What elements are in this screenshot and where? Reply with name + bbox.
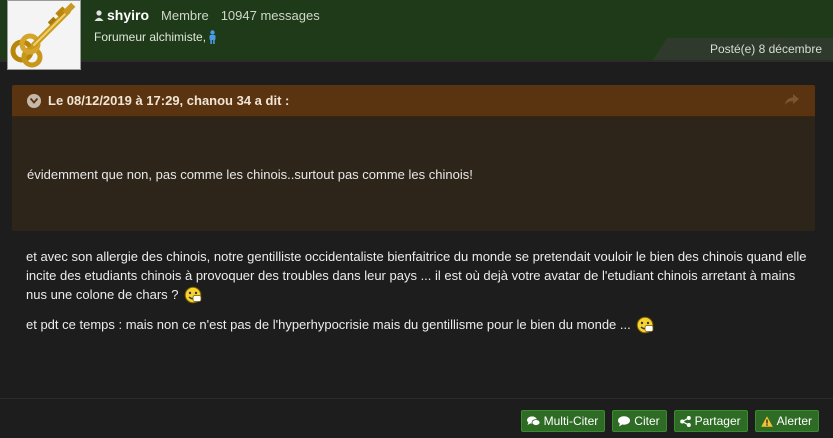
author-username[interactable]: shyiro <box>107 7 149 23</box>
avatar[interactable] <box>7 0 81 70</box>
post-paragraph: et pdt ce temps : mais non ce n'est pas … <box>26 315 816 334</box>
multi-quote-button[interactable]: Multi-Citer <box>520 410 606 432</box>
quote-text: évidemment que non, pas comme les chinoi… <box>27 167 473 182</box>
post-paragraph-text: et avec son allergie des chinois, notre … <box>26 249 807 302</box>
author-message-count: 10947 messages <box>220 8 320 23</box>
author-rank-line: Forumeur alchimiste, <box>94 30 217 44</box>
quote-block: Le 08/12/2019 à 17:29, chanou 34 a dit :… <box>12 85 815 231</box>
post-content: et avec son allergie des chinois, notre … <box>26 247 816 334</box>
post-paragraph: et avec son allergie des chinois, notre … <box>26 247 816 304</box>
golden-key-avatar-image <box>8 1 80 69</box>
report-label: Alerter <box>776 414 812 428</box>
header-divider <box>0 60 833 62</box>
chevron-down-circle-icon[interactable] <box>27 94 41 108</box>
smiley-icon <box>184 286 202 304</box>
author-role: Membre <box>161 8 209 23</box>
share-button[interactable]: Partager <box>673 410 748 432</box>
share-arrow-icon[interactable] <box>785 94 799 106</box>
share-label: Partager <box>694 414 741 428</box>
quote-button[interactable]: Citer <box>612 410 667 432</box>
quote-citation[interactable]: Le 08/12/2019 à 17:29, chanou 34 a dit : <box>48 93 289 108</box>
post-date[interactable]: Posté(e) 8 décembre <box>710 42 822 56</box>
warning-icon <box>760 415 773 427</box>
report-button[interactable]: Alerter <box>754 410 819 432</box>
smiley-icon <box>637 316 654 334</box>
comments-icon <box>526 415 540 426</box>
post-paragraph-text: et pdt ce temps : mais non ce n'est pas … <box>26 317 631 332</box>
user-icon <box>94 10 104 21</box>
comment-icon <box>618 415 631 426</box>
footer-divider <box>0 398 833 399</box>
share-icon <box>679 415 691 427</box>
person-icon <box>209 30 216 44</box>
post-actions: Multi-Citer Citer Partager Alerter <box>520 410 819 432</box>
author-rank: Forumeur alchimiste, <box>94 30 207 44</box>
post-header: shyiro Membre 10947 messages Forumeur alch… <box>0 0 833 70</box>
quote-label: Citer <box>634 414 660 428</box>
multi-quote-label: Multi-Citer <box>543 414 599 428</box>
author-line: shyiro Membre 10947 messages <box>94 7 320 23</box>
quote-header: Le 08/12/2019 à 17:29, chanou 34 a dit : <box>12 85 815 117</box>
